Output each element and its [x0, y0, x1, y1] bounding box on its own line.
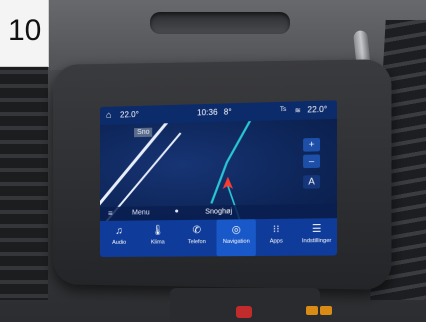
music-icon: ♫ — [115, 225, 123, 237]
mic-icon[interactable]: ● — [175, 208, 179, 215]
orange-indicator-2[interactable] — [320, 306, 332, 315]
nav-apps[interactable]: ⁝⁝ Apps — [256, 219, 296, 256]
apps-icon: ⁝⁝ — [272, 224, 280, 236]
right-temp: 22.0° — [307, 104, 328, 115]
inside-temp: 8° — [223, 107, 232, 117]
wifi-icon: ≋ — [294, 107, 301, 115]
photo-number: 10 — [8, 14, 42, 47]
hazard-button[interactable] — [236, 306, 252, 318]
orange-indicator-1[interactable] — [306, 306, 318, 315]
home-icon[interactable]: ⌂ — [106, 110, 111, 120]
nav-climate[interactable]: 🌡 Klima — [138, 220, 177, 257]
dashboard-photo: ⌂ 22.0° 10:36 8° Ts ≋ 22.0° Sno + – A ≡ … — [0, 0, 426, 322]
nav-icon: ◎ — [231, 224, 241, 236]
left-air-vent — [0, 60, 48, 300]
top-vent — [150, 12, 290, 34]
nav-audio[interactable]: ♫ Audio — [100, 221, 138, 257]
bottom-nav-bar: ♫ Audio 🌡 Klima ✆ Telefon ◎ Navigation ⁝⁝ App… — [100, 218, 338, 257]
clock: 10:36 — [196, 107, 218, 118]
current-street: Snoghøj — [205, 208, 233, 216]
signal-label: Ts — [279, 106, 287, 114]
infotainment-screen: ⌂ 22.0° 10:36 8° Ts ≋ 22.0° Sno + – A ≡ … — [100, 100, 338, 257]
outside-temp: 22.0° — [119, 109, 139, 120]
phone-icon: ✆ — [192, 224, 202, 237]
settings-icon: ☰ — [311, 223, 322, 235]
photo-number-label: 10 — [0, 0, 49, 67]
menu-icon[interactable]: ≡ — [108, 209, 113, 218]
street-label-top: Sno — [134, 127, 153, 138]
nav-settings[interactable]: ☰ Indstillinger — [296, 218, 337, 256]
nav-navigation[interactable]: ◎ Navigation — [216, 219, 257, 257]
zoom-out-button[interactable]: – — [303, 154, 321, 169]
temp-icon: 🌡 — [151, 225, 165, 237]
nav-phone[interactable]: ✆ Telefon — [177, 220, 216, 257]
zoom-in-button[interactable]: + — [303, 137, 321, 152]
menu-label[interactable]: Menu — [132, 209, 150, 216]
north-up-button[interactable]: A — [303, 175, 321, 189]
